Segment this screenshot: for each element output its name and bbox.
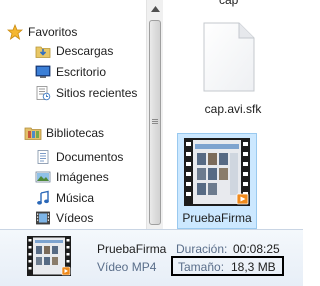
music-icon	[34, 189, 52, 207]
nav-item-desktop[interactable]: Escritorio	[0, 62, 146, 82]
partial-file-caption: cap	[219, 0, 239, 7]
documents-icon	[34, 148, 52, 166]
pictures-icon	[34, 168, 52, 186]
file-list: cap cap.avi.sfk PruebaFirma	[163, 0, 303, 229]
nav-item-downloads[interactable]: Descargas	[0, 41, 146, 61]
libraries-icon	[24, 124, 42, 142]
desktop-icon	[34, 63, 52, 81]
details-file-type: Vídeo MP4	[97, 260, 157, 274]
recent-places-icon	[34, 84, 52, 102]
scrollbar-grip-line	[152, 121, 158, 122]
nav-item-label: Vídeos	[56, 211, 94, 225]
videos-icon	[34, 209, 52, 227]
nav-item-music[interactable]: Música	[0, 188, 146, 208]
downloads-folder-icon	[34, 42, 52, 60]
nav-item-label: Imágenes	[56, 170, 109, 184]
file-name: cap.avi.sfk	[204, 102, 262, 116]
favorites-label: Favoritos	[28, 25, 78, 39]
file-item[interactable]: cap.avi.sfk	[183, 12, 283, 120]
details-video-thumbnail	[27, 236, 71, 279]
generic-file-icon	[203, 22, 255, 95]
scrollbar-grip-line	[152, 119, 158, 120]
details-pane: PruebaFirma Vídeo MP4 Duración: 00:08:25…	[0, 229, 303, 286]
duration-label: Duración:	[176, 242, 228, 256]
nav-item-pictures[interactable]: Imágenes	[0, 167, 146, 187]
file-item-selected[interactable]: PruebaFirma	[177, 133, 257, 229]
video-thumbnail	[184, 138, 250, 209]
nav-favorites[interactable]: Favoritos	[0, 22, 146, 42]
nav-item-label: Música	[56, 191, 95, 205]
nav-item-recent-places[interactable]: Sitios recientes	[0, 83, 146, 103]
file-name: PruebaFirma	[182, 211, 252, 225]
size-highlight-box: Tamaño: 18,3 MB	[171, 256, 284, 276]
navigation-pane: Favoritos Descargas Escritorio Sitios re…	[0, 0, 146, 229]
scrollbar-thumb[interactable]	[149, 20, 161, 225]
star-icon	[6, 23, 24, 41]
size-label: Tamaño:	[178, 260, 225, 274]
nav-item-label: Sitios recientes	[56, 86, 138, 100]
size-value: 18,3 MB	[231, 260, 276, 274]
scroll-up-arrow-icon[interactable]	[147, 0, 163, 18]
duration-value: 00:08:25	[233, 242, 280, 256]
nav-libraries[interactable]: Bibliotecas	[0, 123, 146, 143]
navigation-scrollbar[interactable]	[146, 0, 163, 229]
details-file-name: PruebaFirma	[97, 242, 167, 256]
nav-item-label: Descargas	[56, 44, 114, 58]
libraries-label: Bibliotecas	[46, 126, 105, 140]
scrollbar-grip-line	[152, 123, 158, 124]
nav-item-documents[interactable]: Documentos	[0, 147, 146, 167]
nav-item-label: Documentos	[56, 150, 124, 164]
nav-item-videos[interactable]: Vídeos	[0, 208, 146, 228]
nav-item-label: Escritorio	[56, 65, 107, 79]
